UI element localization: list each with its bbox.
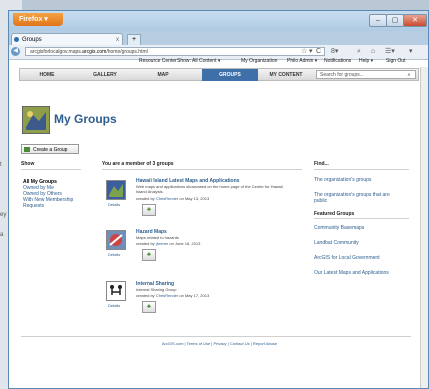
group-owner-link[interactable]: ChrisRender (156, 196, 178, 201)
group-description: Web maps and applications showcased on t… (136, 184, 283, 194)
group-details-link[interactable]: Details (108, 303, 120, 308)
created-prefix: created by (136, 293, 155, 298)
my-organization-link[interactable]: My Organization (241, 55, 277, 67)
group-description: Maps related to hazards (136, 235, 179, 240)
desktop-glyph-3: a (0, 232, 4, 238)
maximize-button[interactable]: ▢ (386, 14, 404, 27)
featured-group-link[interactable]: Our Latest Maps and Applications (314, 270, 404, 276)
group-thumbnail[interactable] (106, 281, 126, 301)
divider (314, 218, 409, 219)
created-date: on June 18, 2013 (169, 241, 201, 246)
footer-link[interactable]: ArcGIS.com (162, 341, 184, 346)
created-prefix: created by (136, 241, 155, 246)
footer-link[interactable]: Terms of Use (187, 341, 211, 346)
sign-out-link[interactable]: Sign Out (386, 55, 405, 67)
nav-gallery[interactable]: GALLERY (78, 69, 132, 81)
resource-center-link[interactable]: Resource Center (139, 55, 177, 67)
find-public-groups-link[interactable]: The organization's groups that are publi… (314, 192, 404, 204)
footer-links: ArcGIS.com | Terms of Use | Privacy | Co… (9, 341, 428, 346)
group-action-button[interactable]: ♣ (142, 249, 156, 261)
group-owner-link[interactable]: jbrener (156, 241, 168, 246)
page-title: My Groups (54, 112, 117, 126)
created-date: on May 13, 2013 (179, 196, 210, 201)
footer-divider (21, 336, 411, 337)
find-heading: Find... (314, 161, 329, 167)
browser-window: Firefox ▾ – ▢ ✕ Groups x + ◀ arcgisforlo… (8, 10, 429, 389)
nav-groups[interactable]: GROUPS (202, 69, 258, 81)
tab-strip: Groups x + (9, 31, 428, 46)
minimize-button[interactable]: – (369, 14, 387, 27)
created-prefix: created by (136, 196, 155, 201)
divider (21, 169, 81, 170)
close-window-button[interactable]: ✕ (403, 14, 427, 27)
desktop-glyph-1: t (0, 162, 2, 168)
show-new-membership-requests[interactable]: With New Membership Requests (23, 197, 78, 209)
group-thumbnail[interactable] (106, 180, 126, 200)
help-menu[interactable]: Help ▾ (359, 55, 373, 67)
featured-group-link[interactable]: Community Basemaps (314, 225, 404, 231)
group-details-link[interactable]: Details (108, 252, 120, 257)
group-action-button[interactable]: ♣ (142, 301, 156, 313)
group-thumbnail[interactable] (106, 230, 126, 250)
nav-my-content[interactable]: MY CONTENT (260, 69, 312, 81)
main-navigation: HOME GALLERY MAP GROUPS MY CONTENT Searc… (19, 68, 419, 81)
user-menu[interactable]: Philo Admin ▾ (287, 55, 317, 67)
group-add-icon (24, 147, 30, 152)
featured-group-link[interactable]: ArcGIS for Local Government (314, 255, 404, 261)
nav-map[interactable]: MAP (138, 69, 188, 81)
featured-group-link[interactable]: Landbat Community (314, 240, 404, 246)
firefox-menu-button[interactable]: Firefox ▾ (13, 13, 63, 26)
group-created-by: created by jbrener on June 18, 2013 (136, 241, 200, 246)
tab-title: Groups (22, 37, 42, 43)
title-bar: Firefox ▾ – ▢ ✕ (9, 11, 428, 31)
divider (314, 169, 409, 170)
footer-link[interactable]: Report Abuse (253, 341, 277, 346)
group-created-by: created by ChrisRender on May 13, 2013 (136, 196, 209, 201)
search-icon[interactable]: ⌕ (404, 69, 414, 81)
divider (102, 169, 302, 170)
group-owner-link[interactable]: ChrisRender (156, 293, 178, 298)
member-heading: You are a member of 3 groups (102, 161, 174, 167)
create-group-label: Create a Group (33, 147, 68, 153)
group-details-link[interactable]: Details (108, 202, 120, 207)
group-action-button[interactable]: ♣ (142, 204, 156, 216)
tab-groups[interactable]: Groups x (11, 33, 123, 45)
notifications-link[interactable]: Notifications (324, 55, 351, 67)
group-description: Internal Sharing Group (136, 287, 177, 292)
show-content-dropdown[interactable]: Show: All Content ▾ (177, 55, 220, 67)
group-search-input[interactable]: Search for groups... (316, 70, 416, 79)
created-date: on May 17, 2013 (179, 293, 210, 298)
group-created-by: created by ChrisRender on May 17, 2013 (136, 293, 209, 298)
nav-home[interactable]: HOME (24, 69, 70, 81)
create-group-button[interactable]: Create a Group (21, 144, 79, 154)
show-heading: Show (21, 161, 35, 167)
footer-link[interactable]: Privacy (213, 341, 226, 346)
featured-groups-heading: Featured Groups (314, 211, 355, 217)
groups-icon (22, 106, 50, 134)
footer-link[interactable]: Contact Us (230, 341, 250, 346)
desktop-glyph-2: ey (0, 212, 7, 218)
top-links: Resource Center Show: All Content ▾ My O… (9, 55, 428, 67)
find-org-groups-link[interactable]: The organization's groups (314, 177, 404, 183)
globe-icon (14, 37, 19, 42)
